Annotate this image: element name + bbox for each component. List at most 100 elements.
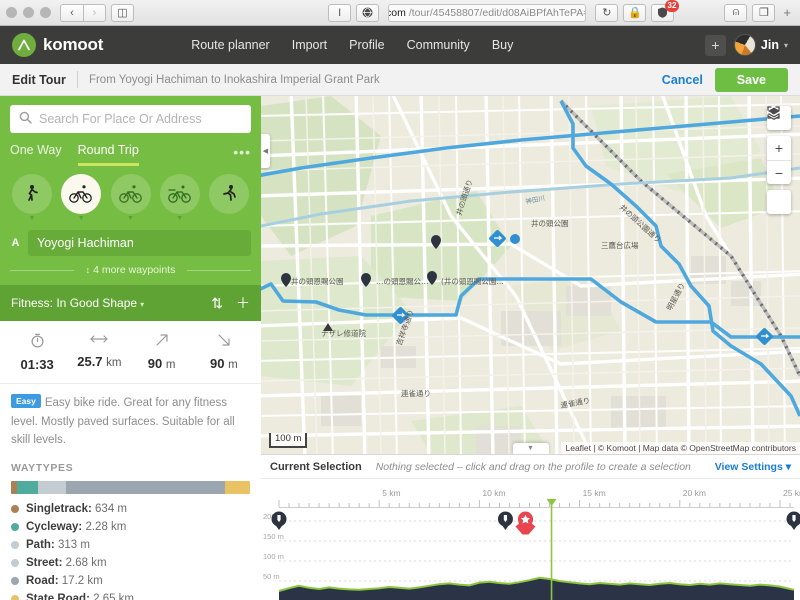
sport-cycling[interactable]: ▼ bbox=[61, 174, 102, 222]
brand-logo-group[interactable]: komoot bbox=[12, 33, 103, 57]
address-bar[interactable]: 🔒 www.komoot.com/tour/45458807/edit/d08A… bbox=[388, 3, 587, 22]
more-waypoints-toggle[interactable]: ↕ 4 more waypoints bbox=[10, 256, 251, 285]
new-tab-button[interactable]: + bbox=[780, 5, 794, 20]
status-badge: Easy bbox=[11, 394, 41, 408]
waytype-legend-item: Cycleway: 2.28 km bbox=[11, 521, 250, 533]
waypoint-a-field[interactable]: Yoyogi Hachiman bbox=[28, 230, 251, 256]
chevron-down-icon[interactable]: ▼ bbox=[127, 215, 134, 222]
waytype-segment bbox=[41, 481, 66, 495]
url-host: www.komoot.com bbox=[389, 6, 406, 19]
waytype-legend-item: Path: 313 m bbox=[11, 539, 250, 551]
stat-descent: 90 m bbox=[193, 333, 255, 372]
zoom-out-button[interactable]: − bbox=[767, 160, 791, 184]
main-content: One Way Round Trip ••• ▼ ▼ bbox=[0, 96, 800, 600]
nav-item-buy[interactable]: Buy bbox=[492, 38, 514, 52]
back-button[interactable]: ‹ bbox=[60, 3, 83, 22]
profile-marker-highlight[interactable] bbox=[515, 511, 536, 535]
svg-text:連雀通り: 連雀通り bbox=[401, 388, 431, 398]
stat-ascent-unit: m bbox=[165, 359, 176, 371]
maximize-window-button[interactable] bbox=[40, 7, 51, 18]
road-bike-icon bbox=[159, 174, 200, 214]
reload-button[interactable]: ↻ bbox=[595, 3, 619, 22]
mountain-bike-icon bbox=[110, 174, 151, 214]
chevron-down-icon: ▾ bbox=[783, 40, 788, 50]
map-collapse-left-button[interactable]: ◀ bbox=[261, 134, 270, 168]
y-tick-label: 150 m bbox=[263, 532, 284, 541]
tab-round-trip[interactable]: Round Trip bbox=[77, 143, 139, 166]
close-window-button[interactable] bbox=[6, 7, 17, 18]
nav-item-route-planner[interactable]: Route planner bbox=[191, 38, 270, 52]
profile-marker-start[interactable] bbox=[271, 511, 287, 531]
profile-marker-end[interactable] bbox=[786, 511, 800, 531]
window-traffic-lights[interactable] bbox=[6, 7, 51, 18]
nav-item-community[interactable]: Community bbox=[407, 38, 470, 52]
cancel-button[interactable]: Cancel bbox=[662, 73, 703, 87]
waypoint-a-row[interactable]: A Yoyogi Hachiman bbox=[10, 226, 251, 256]
zoom-in-button[interactable]: + bbox=[767, 136, 791, 160]
add-waypoint-icon[interactable]: ＋ bbox=[236, 293, 250, 313]
fitness-selector[interactable]: Fitness: In Good Shape ▾ bbox=[11, 296, 144, 310]
trip-type-tabs: One Way Round Trip ••• bbox=[10, 143, 251, 166]
sport-running[interactable] bbox=[209, 174, 249, 214]
legend-label: Road: 17.2 km bbox=[26, 575, 103, 588]
legend-label: State Road: 2.65 km bbox=[26, 593, 135, 600]
nav-item-profile[interactable]: Profile bbox=[349, 38, 384, 52]
map-collapse-down-button[interactable]: ▼ bbox=[512, 443, 549, 454]
shield-icon[interactable]: 32 bbox=[651, 0, 680, 22]
tab-one-way[interactable]: One Way bbox=[10, 143, 62, 166]
chevron-down-icon[interactable]: ▼ bbox=[29, 215, 36, 222]
svg-text:三鷹台広場: 三鷹台広場 bbox=[601, 240, 639, 250]
browser-toolbar: ‹ › ◫ I 🔒 www.komoot.com/tour/45458807/e… bbox=[0, 0, 800, 26]
stat-ascent-value: 90 bbox=[147, 356, 163, 371]
svg-text:井の頭恩賜公園: 井の頭恩賜公園 bbox=[291, 276, 344, 286]
route-planner-panel: One Way Round Trip ••• ▼ ▼ bbox=[0, 96, 261, 285]
sidebar-toggle-button[interactable]: ◫ bbox=[111, 3, 134, 22]
stat-ascent: 90 m bbox=[131, 333, 193, 372]
map-canvas[interactable]: 井の頭公園通り 井の頭恩賜公園 …の頭恩賜公… (井の頭恩賜公園… ナザレ修道院… bbox=[261, 96, 800, 454]
elevation-chart-svg[interactable]: 5 km10 km15 km20 km25 km50 m100 m150 m20… bbox=[261, 479, 800, 600]
hiking-icon bbox=[12, 174, 52, 214]
ascent-icon bbox=[131, 333, 193, 349]
view-settings-button[interactable]: View Settings ▾ bbox=[715, 461, 791, 473]
stat-descent-value: 90 bbox=[210, 356, 225, 371]
legend-color-dot bbox=[11, 505, 19, 514]
reader-view-button[interactable]: I bbox=[328, 3, 352, 22]
add-button[interactable]: + bbox=[704, 34, 726, 56]
brand-name: komoot bbox=[43, 35, 104, 54]
stopwatch-icon bbox=[6, 333, 68, 350]
search-place-box[interactable] bbox=[10, 105, 251, 133]
layers-icon[interactable] bbox=[767, 107, 791, 214]
minimize-window-button[interactable] bbox=[23, 7, 34, 18]
nav-item-import[interactable]: Import bbox=[292, 38, 327, 52]
current-selection-label: Current Selection bbox=[270, 460, 362, 473]
legend-color-dot bbox=[11, 559, 19, 568]
user-menu[interactable]: Jin ▾ bbox=[733, 34, 788, 56]
downloads-button[interactable]: 🔒 bbox=[623, 3, 647, 22]
reverse-route-icon[interactable]: ⇅ bbox=[211, 295, 223, 312]
sport-hiking[interactable]: ▼ bbox=[12, 174, 52, 222]
shield-badge-count: 32 bbox=[664, 0, 680, 12]
share-button[interactable]: ⍝ bbox=[724, 3, 748, 22]
chevron-down-icon[interactable]: ▼ bbox=[176, 215, 183, 222]
more-options-icon[interactable]: ••• bbox=[233, 144, 251, 166]
map-tiles: 井の頭公園通り 井の頭恩賜公園 …の頭恩賜公… (井の頭恩賜公園… ナザレ修道院… bbox=[261, 96, 800, 454]
save-button[interactable]: Save bbox=[714, 67, 788, 92]
stat-duration-value: 01:33 bbox=[20, 357, 54, 372]
waytype-segment bbox=[65, 481, 226, 495]
elevation-chart[interactable]: 5 km10 km15 km20 km25 km50 m100 m150 m20… bbox=[261, 479, 800, 600]
chevron-down-icon[interactable]: ▼ bbox=[78, 215, 85, 222]
profile-cursor-handle[interactable] bbox=[546, 499, 557, 506]
waytype-legend-item: Road: 17.2 km bbox=[11, 575, 250, 587]
globe-icon[interactable] bbox=[356, 3, 380, 22]
sport-road-cycling[interactable]: ▼ bbox=[159, 174, 200, 222]
sport-type-selector: ▼ ▼ ▼ ▼ bbox=[10, 166, 251, 226]
svg-text:井の頭公園: 井の頭公園 bbox=[531, 218, 569, 228]
profile-marker-waypoint[interactable] bbox=[497, 511, 513, 531]
map-scale-bar: 100 m bbox=[269, 433, 308, 448]
forward-button[interactable]: › bbox=[83, 3, 106, 22]
sport-mountain-biking[interactable]: ▼ bbox=[110, 174, 151, 222]
search-input[interactable] bbox=[39, 112, 242, 126]
show-tabs-button[interactable]: ❐ bbox=[752, 3, 776, 22]
x-tick-label: 10 km bbox=[482, 488, 505, 498]
stat-distance-value: 25.7 bbox=[77, 354, 103, 369]
